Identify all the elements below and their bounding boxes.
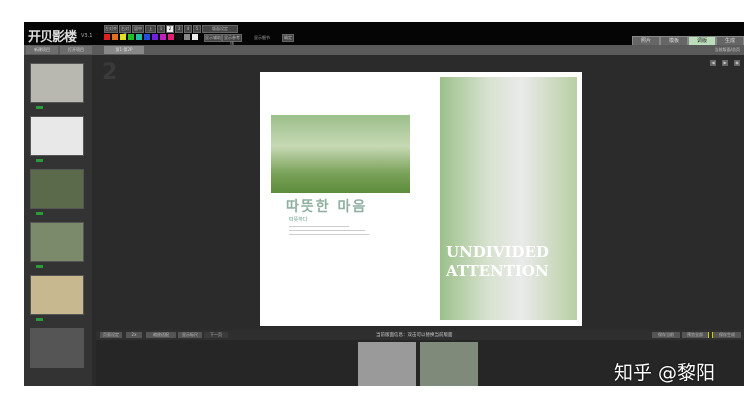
ok-button[interactable]: 确定 bbox=[282, 34, 294, 42]
toolbar-button[interactable]: 3 bbox=[175, 25, 183, 33]
save-current-button[interactable]: 保存当前 bbox=[652, 332, 680, 338]
toolbar-button[interactable]: 居中 bbox=[132, 25, 144, 33]
color-swatch[interactable] bbox=[104, 34, 110, 40]
color-swatch[interactable] bbox=[112, 34, 118, 40]
color-swatch[interactable] bbox=[176, 34, 182, 40]
watermark: 知乎 @黎阳 bbox=[614, 362, 716, 384]
text-line bbox=[289, 226, 349, 227]
page-thumbnail-sidebar bbox=[24, 55, 92, 386]
ruler-button[interactable]: 显示标尺 bbox=[178, 332, 202, 338]
text-line bbox=[289, 230, 365, 231]
eye-icon[interactable]: ◉ bbox=[734, 60, 740, 66]
page-number: 2 bbox=[102, 60, 118, 85]
color-swatch[interactable] bbox=[128, 34, 134, 40]
save-generate-button[interactable]: 保存生成 bbox=[712, 332, 741, 338]
tab-open-project[interactable]: 打开项目 bbox=[60, 46, 92, 54]
headline-2: ATTENTION bbox=[446, 262, 549, 280]
bottom-bar: 页面设定 2x 缩放适配 显示标尺 下一页 当前版面信息：双击可以替换当前版面 … bbox=[96, 330, 744, 340]
color-swatch[interactable] bbox=[120, 34, 126, 40]
page-thumbnail[interactable] bbox=[30, 169, 84, 209]
child-photo[interactable] bbox=[271, 115, 410, 193]
app-window: 开贝影楼 V3.1 左对齐右对齐居中上12345 版面设定 显示辅助 显示参考线… bbox=[24, 22, 744, 386]
status-badge bbox=[36, 265, 43, 268]
toolbar-button[interactable]: 2 bbox=[166, 25, 174, 33]
toolbar-button[interactable]: 右对齐 bbox=[119, 25, 131, 37]
top-toolbar: 开贝影楼 V3.1 左对齐右对齐居中上12345 版面设定 显示辅助 显示参考线… bbox=[24, 22, 744, 46]
next-page-button[interactable]: 下一页 bbox=[204, 332, 228, 338]
layout-thumbnail[interactable] bbox=[358, 342, 416, 386]
layout-settings-button[interactable]: 版面设定 bbox=[202, 25, 238, 33]
layout-thumbnail[interactable] bbox=[420, 342, 478, 386]
page-thumbnail[interactable] bbox=[30, 275, 84, 315]
app-version: V3.1 bbox=[81, 33, 93, 39]
show-guides-button[interactable]: 显示辅助 bbox=[204, 34, 222, 42]
page-settings-button[interactable]: 页面设定 bbox=[100, 332, 122, 338]
toolbar-button[interactable]: 4 bbox=[184, 25, 192, 33]
color-swatch[interactable] bbox=[160, 34, 166, 40]
layout-info: 当前版面信息：双击可以替换当前版面 bbox=[376, 333, 453, 338]
status-badge bbox=[36, 159, 43, 162]
tab-bar: 新建项目 打开项目 第1-第2P 当前版面/总页 bbox=[24, 45, 744, 55]
headline-1: UNDIVIDED bbox=[446, 243, 549, 261]
page-thumbnail[interactable] bbox=[30, 116, 84, 156]
tab-new-project[interactable]: 新建项目 bbox=[26, 46, 58, 54]
bride-photo[interactable]: UNDIVIDED ATTENTION bbox=[440, 77, 577, 320]
status-badge bbox=[36, 318, 43, 321]
fit-button[interactable]: 缩放适配 bbox=[146, 332, 176, 338]
first-page-icon[interactable]: ◀ bbox=[710, 60, 716, 66]
page-thumbnail[interactable] bbox=[30, 63, 84, 103]
color-swatch[interactable] bbox=[144, 34, 150, 40]
toolbar-button[interactable]: 左对齐 bbox=[104, 25, 118, 33]
page-thumbnail[interactable] bbox=[30, 328, 84, 368]
color-swatch[interactable] bbox=[168, 34, 174, 40]
zoom-select[interactable]: 2x bbox=[126, 332, 142, 338]
next-page-icon[interactable]: ▶ bbox=[722, 60, 728, 66]
color-swatch[interactable] bbox=[152, 34, 158, 40]
app-logo: 开贝影楼 bbox=[28, 30, 77, 45]
preview-all-button[interactable]: 预览全部 bbox=[682, 332, 709, 338]
korean-subtitle: 따뜻하다 bbox=[289, 217, 308, 223]
status-badge bbox=[36, 106, 43, 109]
tab-current-spread[interactable]: 第1-第2P bbox=[104, 46, 144, 54]
show-reference-button[interactable]: 显示参考线 bbox=[222, 34, 242, 46]
status-text: 显示细节 bbox=[254, 35, 270, 40]
album-spread[interactable]: 따뜻한 마음 따뜻하다 UNDIVIDED ATTENTION bbox=[260, 72, 582, 326]
toolbar-button[interactable]: 1 bbox=[157, 25, 165, 33]
color-swatch[interactable] bbox=[136, 34, 142, 40]
color-swatch[interactable] bbox=[192, 34, 198, 40]
status-badge bbox=[36, 212, 43, 215]
toolbar-button[interactable]: 上 bbox=[145, 25, 156, 33]
text-line bbox=[289, 234, 369, 235]
toolbar-button[interactable]: 5 bbox=[193, 25, 201, 33]
page-status: 当前版面/总页 bbox=[714, 47, 740, 52]
page-thumbnail[interactable] bbox=[30, 222, 84, 262]
korean-title: 따뜻한 마음 bbox=[286, 199, 368, 215]
color-swatch[interactable] bbox=[184, 34, 190, 40]
